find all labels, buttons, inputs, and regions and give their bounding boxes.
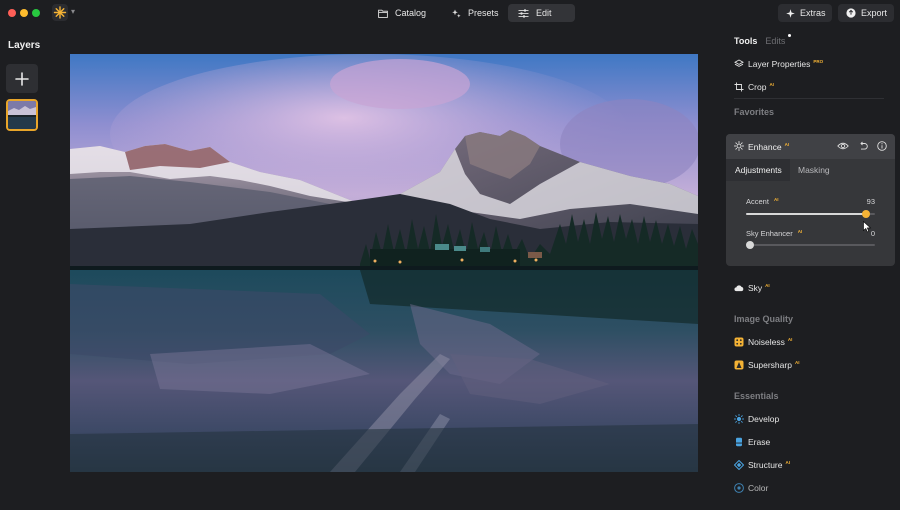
plus-icon	[15, 71, 29, 86]
accent-label: Accent AI	[746, 197, 779, 206]
enhance-title: Enhance	[748, 142, 782, 152]
folder-icon	[378, 9, 388, 18]
extras-button[interactable]: Extras	[778, 4, 832, 22]
accent-value: 93	[866, 197, 875, 206]
ai-badge: AI	[785, 459, 791, 465]
presets-button[interactable]: Presets	[442, 4, 502, 22]
tool-label: Supersharp	[748, 360, 792, 370]
tab-tools[interactable]: Tools	[734, 36, 757, 46]
tool-erase[interactable]: Erase	[734, 437, 770, 447]
tool-crop[interactable]: Crop AI	[734, 82, 774, 92]
ai-badge: AI	[784, 141, 790, 147]
tool-label: Develop	[748, 414, 780, 424]
tab-edits-label: Edits	[765, 36, 786, 46]
tool-label: Crop	[748, 82, 767, 92]
app-logo-icon[interactable]	[52, 4, 68, 21]
ai-badge: AI	[765, 282, 770, 288]
mouse-cursor-icon	[863, 220, 872, 238]
enhance-panel: Enhance AI Adjustments Masking Accent AI…	[726, 134, 895, 266]
pro-badge: PRO	[813, 58, 824, 64]
tab-masking[interactable]: Masking	[798, 159, 830, 181]
ai-badge: AI	[794, 359, 800, 365]
export-icon	[846, 8, 856, 18]
crop-icon	[734, 82, 744, 92]
ai-badge: AI	[787, 336, 793, 342]
sparkle-icon	[786, 8, 795, 18]
tool-label: Sky	[748, 283, 763, 293]
export-button[interactable]: Export	[838, 4, 894, 22]
tool-color[interactable]: Color	[734, 483, 768, 493]
panel-bottom-fade	[726, 496, 900, 510]
layers-title: Layers	[8, 40, 41, 51]
sky-enhancer-slider[interactable]	[746, 241, 875, 249]
tool-supersharp[interactable]: Supersharp AI	[734, 360, 799, 370]
tool-layer-properties[interactable]: Layer Properties PRO	[734, 59, 823, 69]
edits-indicator-dot	[788, 34, 792, 37]
close-window-button[interactable]	[8, 9, 16, 17]
noiseless-icon	[734, 337, 744, 347]
undo-icon[interactable]	[858, 141, 868, 151]
add-layer-button[interactable]	[6, 64, 38, 93]
accent-slider-fill	[746, 213, 866, 215]
tool-label: Erase	[748, 437, 771, 447]
ai-badge: AI	[797, 229, 803, 234]
sliders-icon	[518, 8, 529, 18]
photo-canvas[interactable]	[70, 54, 698, 472]
info-icon[interactable]	[877, 141, 887, 151]
ai-badge: AI	[774, 197, 779, 202]
catalog-label: Catalog	[395, 8, 427, 18]
sky-enhancer-slider-handle[interactable]	[746, 241, 754, 249]
tab-edits[interactable]: Edits	[765, 34, 792, 46]
color-palette-icon	[734, 483, 744, 493]
layers-icon	[734, 59, 744, 69]
tool-develop[interactable]: Develop	[734, 414, 779, 424]
enhance-tabs: Adjustments Masking	[726, 159, 895, 181]
accent-slider[interactable]	[746, 210, 875, 218]
tool-noiseless[interactable]: Noiseless AI	[734, 337, 792, 347]
zoom-window-button[interactable]	[32, 9, 40, 17]
title-bar: ▾ Catalog Presets Edit Extras Export	[0, 0, 900, 26]
edit-label: Edit	[536, 8, 552, 18]
eye-icon[interactable]	[837, 141, 849, 151]
chevron-down-icon[interactable]: ▾	[71, 7, 75, 16]
divider	[734, 98, 884, 99]
sparkle-icon	[452, 9, 461, 18]
extras-label: Extras	[800, 8, 826, 18]
eraser-icon	[734, 437, 744, 447]
accent-label-text: Accent	[746, 197, 769, 206]
section-essentials: Essentials	[734, 391, 779, 401]
supersharp-icon	[734, 360, 744, 370]
develop-sun-icon	[734, 414, 744, 424]
tool-label: Noiseless	[748, 337, 785, 347]
section-image-quality: Image Quality	[734, 314, 794, 324]
app-window: ▾ Catalog Presets Edit Extras Export Lay…	[0, 0, 900, 510]
tool-structure[interactable]: Structure AI	[734, 460, 790, 470]
structure-icon	[734, 460, 744, 470]
section-favorites: Favorites	[734, 107, 775, 117]
sky-enhancer-label-text: Sky Enhancer	[746, 229, 793, 238]
export-label: Export	[861, 8, 888, 18]
tool-label: Structure	[748, 460, 783, 470]
tool-label: Layer Properties	[748, 59, 811, 69]
accent-slider-handle[interactable]	[861, 210, 870, 218]
panel-tabs: Tools Edits	[734, 34, 792, 46]
ai-badge: AI	[769, 81, 774, 87]
minimize-window-button[interactable]	[20, 9, 28, 17]
tool-label: Color	[748, 483, 769, 493]
cloud-icon	[734, 283, 744, 293]
enhance-header[interactable]: Enhance AI	[726, 134, 895, 159]
tool-sky[interactable]: Sky AI	[734, 283, 770, 293]
catalog-button[interactable]: Catalog	[368, 4, 432, 22]
edit-button[interactable]: Edit	[508, 4, 575, 22]
enhance-sun-icon	[734, 141, 744, 153]
tab-adjustments[interactable]: Adjustments	[726, 159, 790, 181]
layer-thumbnail[interactable]	[6, 99, 38, 131]
presets-label: Presets	[468, 8, 499, 18]
landscape-photo	[70, 54, 698, 472]
sky-enhancer-label: Sky Enhancer AI	[746, 229, 802, 238]
